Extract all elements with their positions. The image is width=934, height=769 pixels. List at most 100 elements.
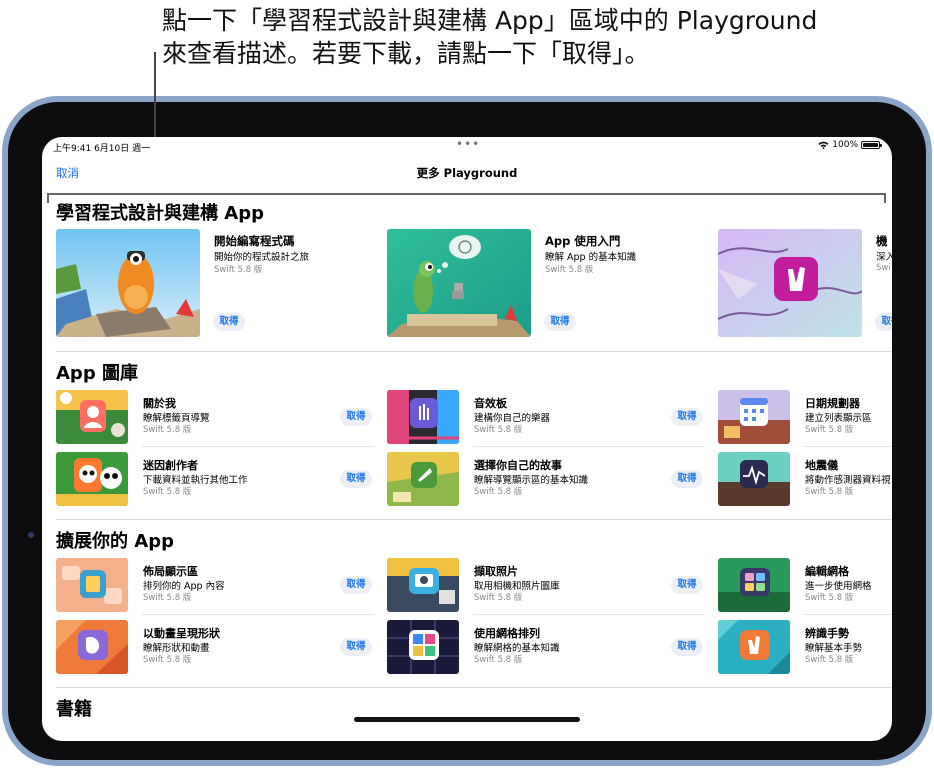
row-divider <box>804 614 892 615</box>
about-me-art-icon <box>56 390 128 444</box>
gallery-card-date-planner[interactable]: 日期規劃器 建立列表顯示區 Swift 5.8 版 <box>718 390 892 446</box>
instruction-callout: 點一下「學習程式設計與建構 App」區域中的 Playground 來查看描述。… <box>162 4 922 70</box>
story-art-icon <box>387 452 459 506</box>
row-divider <box>473 446 705 447</box>
card-name: 地震儀 <box>805 459 838 472</box>
card-version: Swift 5.8 版 <box>805 487 854 497</box>
featured-version: Swift 5.8 版 <box>214 265 263 275</box>
date-planner-art-icon <box>718 390 790 444</box>
row-divider <box>142 614 374 615</box>
extend-card-gestures[interactable]: 辨識手勢 瞭解基本手勢 Swift 5.8 版 <box>718 620 892 676</box>
section-title-books: 書籍 <box>56 699 92 720</box>
card-name: 佈局顯示區 <box>143 565 198 578</box>
card-subtitle: 建立列表顯示區 <box>805 413 872 424</box>
section-divider <box>56 351 892 352</box>
layout-art-icon <box>56 558 128 612</box>
wifi-icon <box>818 141 829 149</box>
card-subtitle: 排列你的 App 內容 <box>143 581 225 592</box>
section-title-extend: 擴展你的 App <box>56 531 174 552</box>
home-indicator[interactable] <box>354 717 580 722</box>
card-name: 選擇你自己的故事 <box>474 459 562 472</box>
featured-version: Swi <box>876 263 891 273</box>
get-button[interactable]: 取得 <box>340 408 372 426</box>
extend-card-use-grid[interactable]: 使用網格排列 瞭解網格的基本知識 Swift 5.8 版 取得 <box>387 620 707 676</box>
card-subtitle: 瞭解標籤頁導覽 <box>143 413 210 424</box>
get-button[interactable]: 取得 <box>671 408 703 426</box>
featured-name: 機 <box>876 234 888 248</box>
card-name: 編輯網格 <box>805 565 849 578</box>
extend-card-edit-grid[interactable]: 編輯網格 進一步使用網格 Swift 5.8 版 <box>718 558 892 614</box>
hand-gesture-art-icon <box>718 229 862 337</box>
card-version: Swift 5.8 版 <box>474 487 523 497</box>
card-name: 音效板 <box>474 397 507 410</box>
featured-version: Swift 5.8 版 <box>545 265 594 275</box>
featured-subtitle: 開始你的程式設計之旅 <box>214 252 310 263</box>
card-version: Swift 5.8 版 <box>474 593 523 603</box>
multitasking-dots[interactable]: ••• <box>456 137 480 151</box>
battery-percent: 100% <box>832 140 858 150</box>
section-title-gallery: App 圖庫 <box>56 363 138 384</box>
camera <box>28 532 34 538</box>
featured-subtitle: 瞭解 App 的基本知識 <box>545 252 637 263</box>
shapes-art-icon <box>56 620 128 674</box>
status-bar: 上午9:41 6月10日 週一 ••• 100% <box>42 137 892 155</box>
grid-art-icon <box>387 620 459 674</box>
get-button[interactable]: 取得 <box>544 313 576 331</box>
card-subtitle: 瞭解形狀和動畫 <box>143 643 210 654</box>
featured-name: App 使用入門 <box>545 234 621 248</box>
get-button[interactable]: 取得 <box>671 470 703 488</box>
extend-card-capture-photo[interactable]: 擷取照片 取用相機和照片圖庫 Swift 5.8 版 取得 <box>387 558 707 614</box>
card-subtitle: 進一步使用網格 <box>805 581 872 592</box>
soundboard-art-icon <box>387 390 459 444</box>
camera-art-icon <box>387 558 459 612</box>
card-subtitle: 將動作感測器資料視 <box>805 475 891 486</box>
green-character-art-icon <box>387 229 531 337</box>
navigation-bar: 取消 更多 Playground <box>42 159 892 187</box>
card-version: Swift 5.8 版 <box>474 425 523 435</box>
gallery-card-about-me[interactable]: 關於我 瞭解標籤頁導覽 Swift 5.8 版 取得 <box>56 390 376 446</box>
card-name: 迷因創作者 <box>143 459 198 472</box>
card-name: 辨識手勢 <box>805 627 849 640</box>
card-subtitle: 瞭解基本手勢 <box>805 643 863 654</box>
card-version: Swift 5.8 版 <box>143 593 192 603</box>
get-button[interactable]: 取得 <box>671 576 703 594</box>
card-name: 日期規劃器 <box>805 397 860 410</box>
extend-card-layout[interactable]: 佈局顯示區 排列你的 App 內容 Swift 5.8 版 取得 <box>56 558 376 614</box>
card-name: 擷取照片 <box>474 565 518 578</box>
battery-icon <box>861 141 882 149</box>
card-version: Swift 5.8 版 <box>143 425 192 435</box>
get-button[interactable]: 取得 <box>340 576 372 594</box>
row-divider <box>473 614 705 615</box>
card-subtitle: 瞭解網格的基本知識 <box>474 643 560 654</box>
callout-bracket <box>47 193 886 203</box>
get-button[interactable]: 取得 <box>671 638 703 656</box>
card-name: 以動畫呈現形狀 <box>143 627 220 640</box>
card-subtitle: 取用相機和照片圖庫 <box>474 581 560 592</box>
get-button[interactable]: 取得 <box>875 313 892 331</box>
featured-subtitle: 深入 <box>876 252 892 263</box>
gallery-card-meme-creator[interactable]: 迷因創作者 下載資料並執行其他工作 Swift 5.8 版 取得 <box>56 452 376 508</box>
get-button[interactable]: 取得 <box>213 313 245 331</box>
card-name: 關於我 <box>143 397 176 410</box>
screen: 上午9:41 6月10日 週一 ••• 100% 取消 更多 Playgroun… <box>42 137 892 741</box>
card-subtitle: 下載資料並執行其他工作 <box>143 475 248 486</box>
orange-character-art-icon <box>56 229 200 337</box>
card-version: Swift 5.8 版 <box>805 655 854 665</box>
callout-line-1: 點一下「學習程式設計與建構 App」區域中的 Playground <box>162 6 818 35</box>
gallery-card-seismometer[interactable]: 地震儀 將動作感測器資料視 Swift 5.8 版 <box>718 452 892 508</box>
status-right: 100% <box>818 140 882 150</box>
gesture-art-icon <box>718 620 790 674</box>
row-divider <box>804 446 892 447</box>
gallery-card-soundboard[interactable]: 音效板 建構你自己的樂器 Swift 5.8 版 取得 <box>387 390 707 446</box>
card-version: Swift 5.8 版 <box>143 487 192 497</box>
gallery-card-choose-story[interactable]: 選擇你自己的故事 瞭解導覽顯示區的基本知識 Swift 5.8 版 取得 <box>387 452 707 508</box>
edit-grid-art-icon <box>718 558 790 612</box>
get-button[interactable]: 取得 <box>340 638 372 656</box>
card-version: Swift 5.8 版 <box>143 655 192 665</box>
get-button[interactable]: 取得 <box>340 470 372 488</box>
seismometer-art-icon <box>718 452 790 506</box>
status-time: 上午9:41 6月10日 週一 <box>53 144 151 154</box>
featured-name: 開始編寫程式碼 <box>214 234 295 248</box>
card-name: 使用網格排列 <box>474 627 540 640</box>
extend-card-animate-shapes[interactable]: 以動畫呈現形狀 瞭解形狀和動畫 Swift 5.8 版 取得 <box>56 620 376 676</box>
